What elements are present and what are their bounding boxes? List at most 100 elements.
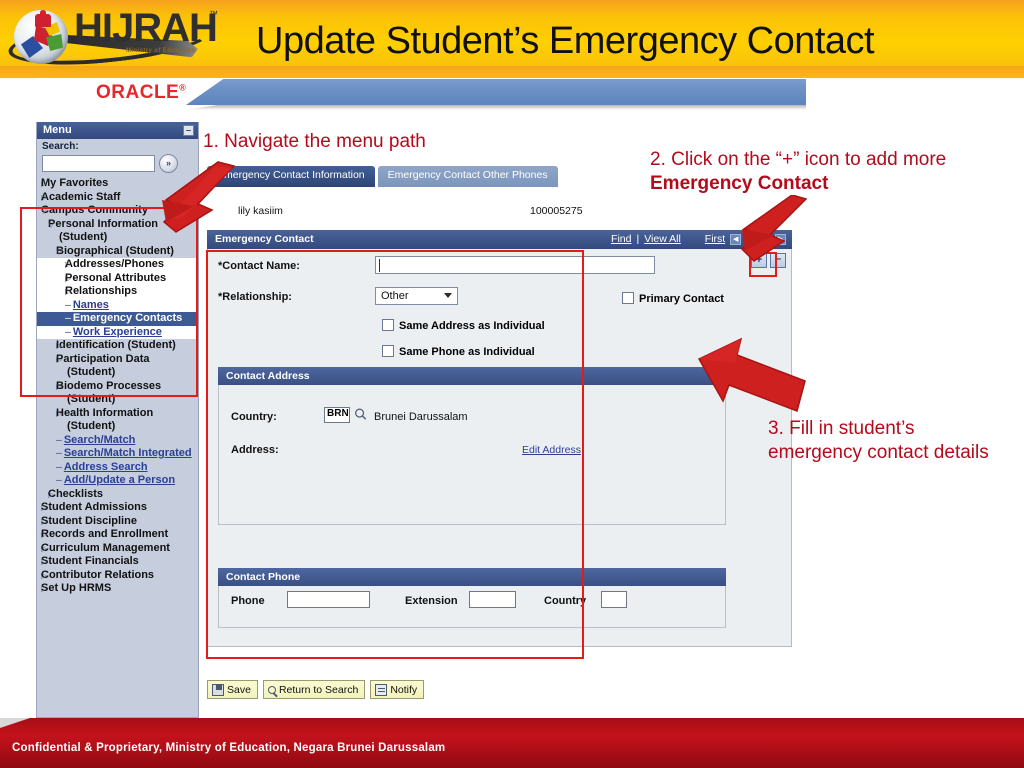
leaf-dash-icon: –	[56, 460, 62, 473]
arrow-to-add-button	[732, 195, 810, 267]
sidebar-item-checklists[interactable]: ▷ Checklists	[37, 488, 198, 502]
page-tabs: Emergency Contact Information Emergency …	[207, 166, 558, 187]
sidebar-item-label: Student Discipline	[41, 514, 137, 527]
annotation-step-3: 3. Fill in student’s emergency contact d…	[768, 418, 989, 463]
oracle-logo-text: ORACLE	[96, 82, 180, 103]
save-button[interactable]: Save	[207, 680, 258, 699]
annotation-step-2-text: 2. Click on the “+” icon to add more	[650, 149, 947, 170]
save-disk-icon	[212, 683, 224, 696]
oracle-branding-bar: ORACLE®	[36, 78, 806, 116]
chevron-right-icon[interactable]: ▷	[41, 515, 47, 529]
sidebar-item-health-information[interactable]: ▷ Health Information	[37, 407, 198, 421]
chevron-right-icon[interactable]: ▷	[41, 542, 47, 556]
chevron-right-icon[interactable]: ▷	[41, 555, 47, 569]
sidebar-item-label: Health Information	[56, 406, 154, 419]
annotation-step-2-emphasis: Emergency Contact	[650, 173, 829, 194]
primary-contact-checkbox-row[interactable]: Primary Contact	[622, 292, 724, 305]
notify-envelope-icon	[375, 683, 388, 696]
sidebar-item-search-match-integrated[interactable]: – Search/Match Integrated	[37, 447, 198, 461]
sidebar-item-label: Curriculum Management	[41, 541, 170, 554]
oracle-stripe-shadow	[186, 105, 806, 110]
footer-text: Confidential & Proprietary, Ministry of …	[12, 742, 446, 754]
chevron-right-icon[interactable]: ▷	[41, 501, 47, 515]
sidebar-item-label: Contributor Relations	[41, 568, 155, 581]
footer-bar: Confidential & Proprietary, Ministry of …	[0, 718, 1024, 768]
sidebar-item-student-financials[interactable]: ▷ Student Financials	[37, 555, 198, 569]
menu-search-label: Search:	[42, 141, 79, 152]
sidebar-item-label: Search/Match Integrated	[63, 447, 192, 459]
sidebar-item-label: Student Admissions	[41, 501, 147, 513]
sidebar-item-curriculum-management[interactable]: ▷ Curriculum Management	[37, 542, 198, 556]
sidebar-item-records-and-enrollment[interactable]: ▷ Records and Enrollment	[37, 528, 198, 542]
footer-corner-accent	[0, 718, 30, 728]
sidebar-item-contributor-relations[interactable]: ▷ Contributor Relations	[37, 569, 198, 583]
logo-trademark: ™	[209, 9, 218, 19]
sidebar-item-address-search[interactable]: – Address Search	[37, 461, 198, 475]
primary-contact-label: Primary Contact	[639, 293, 724, 305]
chevron-right-icon[interactable]: ▷	[41, 582, 47, 596]
save-button-label: Save	[227, 683, 251, 696]
leaf-dash-icon: –	[56, 474, 62, 486]
return-to-search-button-label: Return to Search	[278, 683, 359, 696]
menu-header: Menu –	[37, 122, 198, 139]
hijrah-logo: HIJRAH ™ Ministry of Education	[6, 2, 231, 74]
first-link[interactable]: First	[705, 233, 725, 245]
logo-wordmark: HIJRAH	[74, 6, 218, 50]
sidebar-item-search-match[interactable]: – Search/Match	[37, 434, 198, 448]
annotation-step-2: 2. Click on the “+” icon to add more Eme…	[650, 148, 990, 196]
slide-root: HIJRAH ™ Ministry of Education Update St…	[0, 0, 1024, 768]
sidebar-item-label: Student Financials	[41, 555, 139, 567]
logo-subtitle: Ministry of Education	[126, 48, 196, 54]
chevron-right-icon[interactable]: ▷	[41, 569, 47, 583]
tab-emergency-contact-other-phones[interactable]: Emergency Contact Other Phones	[377, 166, 558, 187]
sidebar-item-label: Checklists	[48, 487, 104, 500]
leaf-dash-icon: –	[56, 447, 62, 459]
sidebar-item-student[interactable]: (Student)	[37, 420, 198, 434]
logo-crest-icon	[35, 10, 51, 27]
sidebar-item-student-admissions[interactable]: ▷ Student Admissions	[37, 501, 198, 515]
primary-contact-checkbox[interactable]	[622, 292, 634, 304]
page-title: Update Student’s Emergency Contact	[256, 20, 875, 62]
student-id: 100005275	[530, 205, 583, 217]
menu-collapse-icon[interactable]: –	[183, 125, 194, 136]
arrow-to-form-fields	[693, 333, 813, 421]
sidebar-item-label: (Student)	[67, 420, 116, 432]
sidebar-item-add-update-a-person[interactable]: – Add/Update a Person	[37, 474, 198, 488]
return-to-search-button[interactable]: Return to Search	[262, 680, 366, 699]
sidebar-item-set-up-hrms[interactable]: ▷ Set Up HRMS	[37, 582, 198, 596]
sidebar-item-label: Academic Staff	[41, 190, 121, 203]
page-toolbar: Save Return to Search Notify	[207, 680, 425, 699]
oracle-logo: ORACLE®	[96, 82, 186, 104]
view-all-link[interactable]: View All	[644, 233, 681, 245]
sidebar-item-student-discipline[interactable]: ▷ Student Discipline	[37, 515, 198, 529]
annotation-step-1: 1. Navigate the menu path	[203, 131, 426, 152]
grid-link-separator: |	[636, 233, 640, 245]
highlight-box-form-fields	[206, 250, 584, 659]
emergency-contact-grid-header: Emergency Contact Find | View All First …	[207, 230, 792, 249]
leaf-dash-icon: –	[56, 433, 62, 446]
menu-search-input[interactable]	[42, 155, 155, 172]
chevron-right-icon[interactable]: ▷	[41, 191, 47, 205]
search-icon	[267, 685, 276, 694]
logo-globe-icon	[14, 10, 68, 64]
chevron-right-icon[interactable]: ▷	[41, 528, 47, 542]
notify-button[interactable]: Notify	[370, 680, 425, 699]
sidebar-item-label: Address Search	[63, 460, 148, 473]
sidebar-item-label: Search/Match	[63, 433, 136, 446]
oracle-registered-mark: ®	[179, 82, 187, 93]
sidebar-item-label: Records and Enrollment	[41, 528, 169, 540]
oracle-blue-stripe	[186, 79, 806, 105]
chevron-right-icon[interactable]: ▷	[48, 488, 54, 502]
arrow-to-menu-path	[146, 160, 236, 240]
sidebar-item-label: Set Up HRMS	[41, 582, 112, 594]
chevron-right-icon[interactable]: ▷	[56, 407, 62, 421]
notify-button-label: Notify	[390, 683, 418, 696]
sidebar-item-label: My Favorites	[41, 177, 109, 189]
menu-title: Menu	[43, 124, 72, 136]
student-name: lily kasiim	[238, 205, 283, 217]
chevron-right-icon[interactable]: ▷	[41, 177, 47, 191]
sidebar-item-label: Add/Update a Person	[63, 474, 176, 486]
find-link[interactable]: Find	[611, 233, 631, 245]
student-record-row: lily kasiim 100005275	[207, 205, 797, 224]
phone-country-input[interactable]	[601, 591, 627, 608]
